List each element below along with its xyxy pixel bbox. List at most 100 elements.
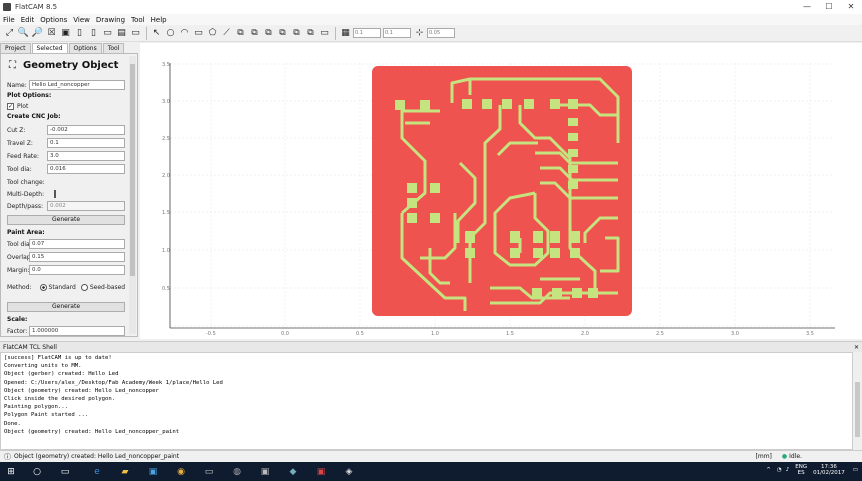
- cut-tool-icon[interactable]: ▭: [318, 27, 331, 40]
- scale-heading: Scale:: [7, 316, 28, 323]
- tool-dia-input[interactable]: 0.016: [47, 164, 125, 174]
- new-geometry-icon[interactable]: ▯: [73, 27, 86, 40]
- tool-dia-label: Tool dia:: [7, 165, 32, 173]
- name-input[interactable]: Hello Led_noncopper: [29, 80, 125, 90]
- network-icon[interactable]: ◔: [777, 467, 782, 473]
- store-icon[interactable]: ▣: [146, 465, 160, 478]
- volume-icon[interactable]: ♪: [786, 467, 790, 473]
- menu-edit[interactable]: Edit: [18, 16, 38, 24]
- menu-drawing[interactable]: Drawing: [93, 16, 128, 24]
- snap-corner-icon[interactable]: ⊹: [413, 27, 426, 40]
- tab-project[interactable]: Project: [0, 43, 31, 53]
- method-standard-radio[interactable]: [39, 283, 47, 291]
- arc-tool-icon[interactable]: ◠: [178, 27, 191, 40]
- zoom-in-icon[interactable]: 🔎: [31, 27, 44, 40]
- window-controls: — ☐ ✕: [796, 0, 862, 14]
- search-icon[interactable]: ○: [30, 465, 44, 478]
- delete-tool-icon[interactable]: ⧉: [276, 27, 289, 40]
- factor-input[interactable]: 1.000000: [29, 326, 125, 336]
- plot-checkbox[interactable]: ✓: [7, 102, 14, 110]
- path-tool-icon[interactable]: ⟋: [220, 27, 233, 40]
- move-object-icon[interactable]: ▤: [115, 27, 128, 40]
- edge-icon[interactable]: e: [90, 465, 104, 478]
- steam-icon[interactable]: ◍: [230, 465, 244, 478]
- x-tick-label: 1.5: [506, 331, 514, 337]
- app-icon-1[interactable]: ▭: [202, 465, 216, 478]
- paint-tool-dia-input[interactable]: 0.07: [29, 239, 125, 249]
- app-icon-4[interactable]: ▣: [314, 465, 328, 478]
- menu-tool[interactable]: Tool: [128, 16, 148, 24]
- union-tool-icon[interactable]: ⧉: [234, 27, 247, 40]
- minimize-button[interactable]: —: [796, 0, 818, 14]
- shell-line: Done.: [4, 420, 21, 427]
- y-tick-label: 3.5: [162, 62, 170, 68]
- menu-view[interactable]: View: [70, 16, 93, 24]
- select-tool-icon[interactable]: ↖: [150, 27, 163, 40]
- plot-canvas[interactable]: -0.5 0.0 0.5 1.0 1.5 2.0 2.5 3.0 3.5 3.5…: [140, 43, 862, 339]
- rectangle-tool-icon[interactable]: ▭: [192, 27, 205, 40]
- panel-scrollbar[interactable]: [129, 56, 136, 334]
- file-explorer-icon[interactable]: ▰: [118, 465, 132, 478]
- circle-tool-icon[interactable]: ○: [164, 27, 177, 40]
- app-icon-3[interactable]: ◆: [286, 465, 300, 478]
- depth-pass-input[interactable]: 0.002: [47, 201, 125, 211]
- move-tool-icon[interactable]: ⧉: [248, 27, 261, 40]
- region-indicator[interactable]: ES: [798, 470, 805, 476]
- shell-close-icon[interactable]: ✕: [854, 344, 859, 351]
- app-icon-2[interactable]: ▣: [258, 465, 272, 478]
- x-tick-label: 2.0: [581, 331, 589, 337]
- shell-scrollbar-thumb[interactable]: [855, 382, 860, 437]
- clear-plot-icon[interactable]: ☒: [45, 27, 58, 40]
- y-tick-label: 2.5: [162, 136, 170, 142]
- generate-cnc-button[interactable]: Generate: [7, 215, 125, 225]
- menu-help[interactable]: Help: [148, 16, 170, 24]
- feed-rate-input[interactable]: 3.0: [47, 151, 125, 161]
- copy-object-icon[interactable]: ▭: [101, 27, 114, 40]
- tab-options[interactable]: Options: [68, 43, 102, 53]
- zoom-out-icon[interactable]: 🔍: [17, 27, 30, 40]
- generate-paint-button[interactable]: Generate: [7, 302, 125, 312]
- menu-options[interactable]: Options: [37, 16, 70, 24]
- multi-depth-checkbox[interactable]: [54, 190, 56, 198]
- clock-date[interactable]: 01/02/2017: [813, 470, 845, 476]
- method-standard-label: Standard: [48, 283, 76, 291]
- maximize-button[interactable]: ☐: [818, 0, 840, 14]
- intersection-tool-icon[interactable]: ⧉: [290, 27, 303, 40]
- x-tick-label: 0.0: [281, 331, 289, 337]
- cut-z-input[interactable]: -0.002: [47, 125, 125, 135]
- travel-z-input[interactable]: 0.1: [47, 138, 125, 148]
- chrome-icon[interactable]: ◉: [174, 465, 188, 478]
- shell-line: [success] FlatCAM is up to date!: [4, 355, 112, 361]
- tcl-shell-output[interactable]: [success] FlatCAM is up to date! Convert…: [0, 352, 853, 450]
- shell-scrollbar[interactable]: [853, 352, 862, 450]
- tray-chevron-icon[interactable]: ^: [766, 467, 771, 473]
- shell-line: Object (geometry) created: Hello Led_non…: [4, 387, 159, 394]
- depth-pass-label: Depth/pass:: [7, 202, 44, 210]
- panel-scrollbar-thumb[interactable]: [130, 64, 135, 276]
- menu-file[interactable]: File: [0, 16, 18, 24]
- copy-tool-icon[interactable]: ⧉: [262, 27, 275, 40]
- grid-y-input[interactable]: 0.1: [383, 28, 411, 38]
- delete-object-icon[interactable]: ▯: [87, 27, 100, 40]
- overlap-input[interactable]: 0.15: [29, 252, 125, 262]
- snap-distance-input[interactable]: 0.05: [427, 28, 455, 38]
- grid-x-input[interactable]: 0.1: [353, 28, 381, 38]
- shell-icon[interactable]: ▭: [129, 27, 142, 40]
- grid-icon[interactable]: ▦: [339, 27, 352, 40]
- flatcam-taskbar-icon[interactable]: ◈: [342, 465, 356, 478]
- tab-selected[interactable]: Selected: [31, 43, 68, 53]
- replot-icon[interactable]: ▣: [59, 27, 72, 40]
- method-seed-radio[interactable]: [80, 283, 88, 291]
- notifications-icon[interactable]: ▭: [853, 467, 858, 473]
- window-title: FlatCAM 8.5: [15, 3, 58, 11]
- task-view-icon[interactable]: ▭: [58, 465, 72, 478]
- margin-input[interactable]: 0.0: [29, 265, 125, 275]
- polygon-tool-icon[interactable]: ⬠: [206, 27, 219, 40]
- zoom-fit-icon[interactable]: ⤢: [3, 27, 16, 40]
- x-tick-label: 3.5: [806, 331, 814, 337]
- subtract-tool-icon[interactable]: ⧉: [304, 27, 317, 40]
- start-icon[interactable]: ⊞: [4, 465, 18, 478]
- tab-tool[interactable]: Tool: [102, 43, 125, 53]
- shell-line: Converting units to MM.: [4, 363, 82, 370]
- close-button[interactable]: ✕: [840, 0, 862, 14]
